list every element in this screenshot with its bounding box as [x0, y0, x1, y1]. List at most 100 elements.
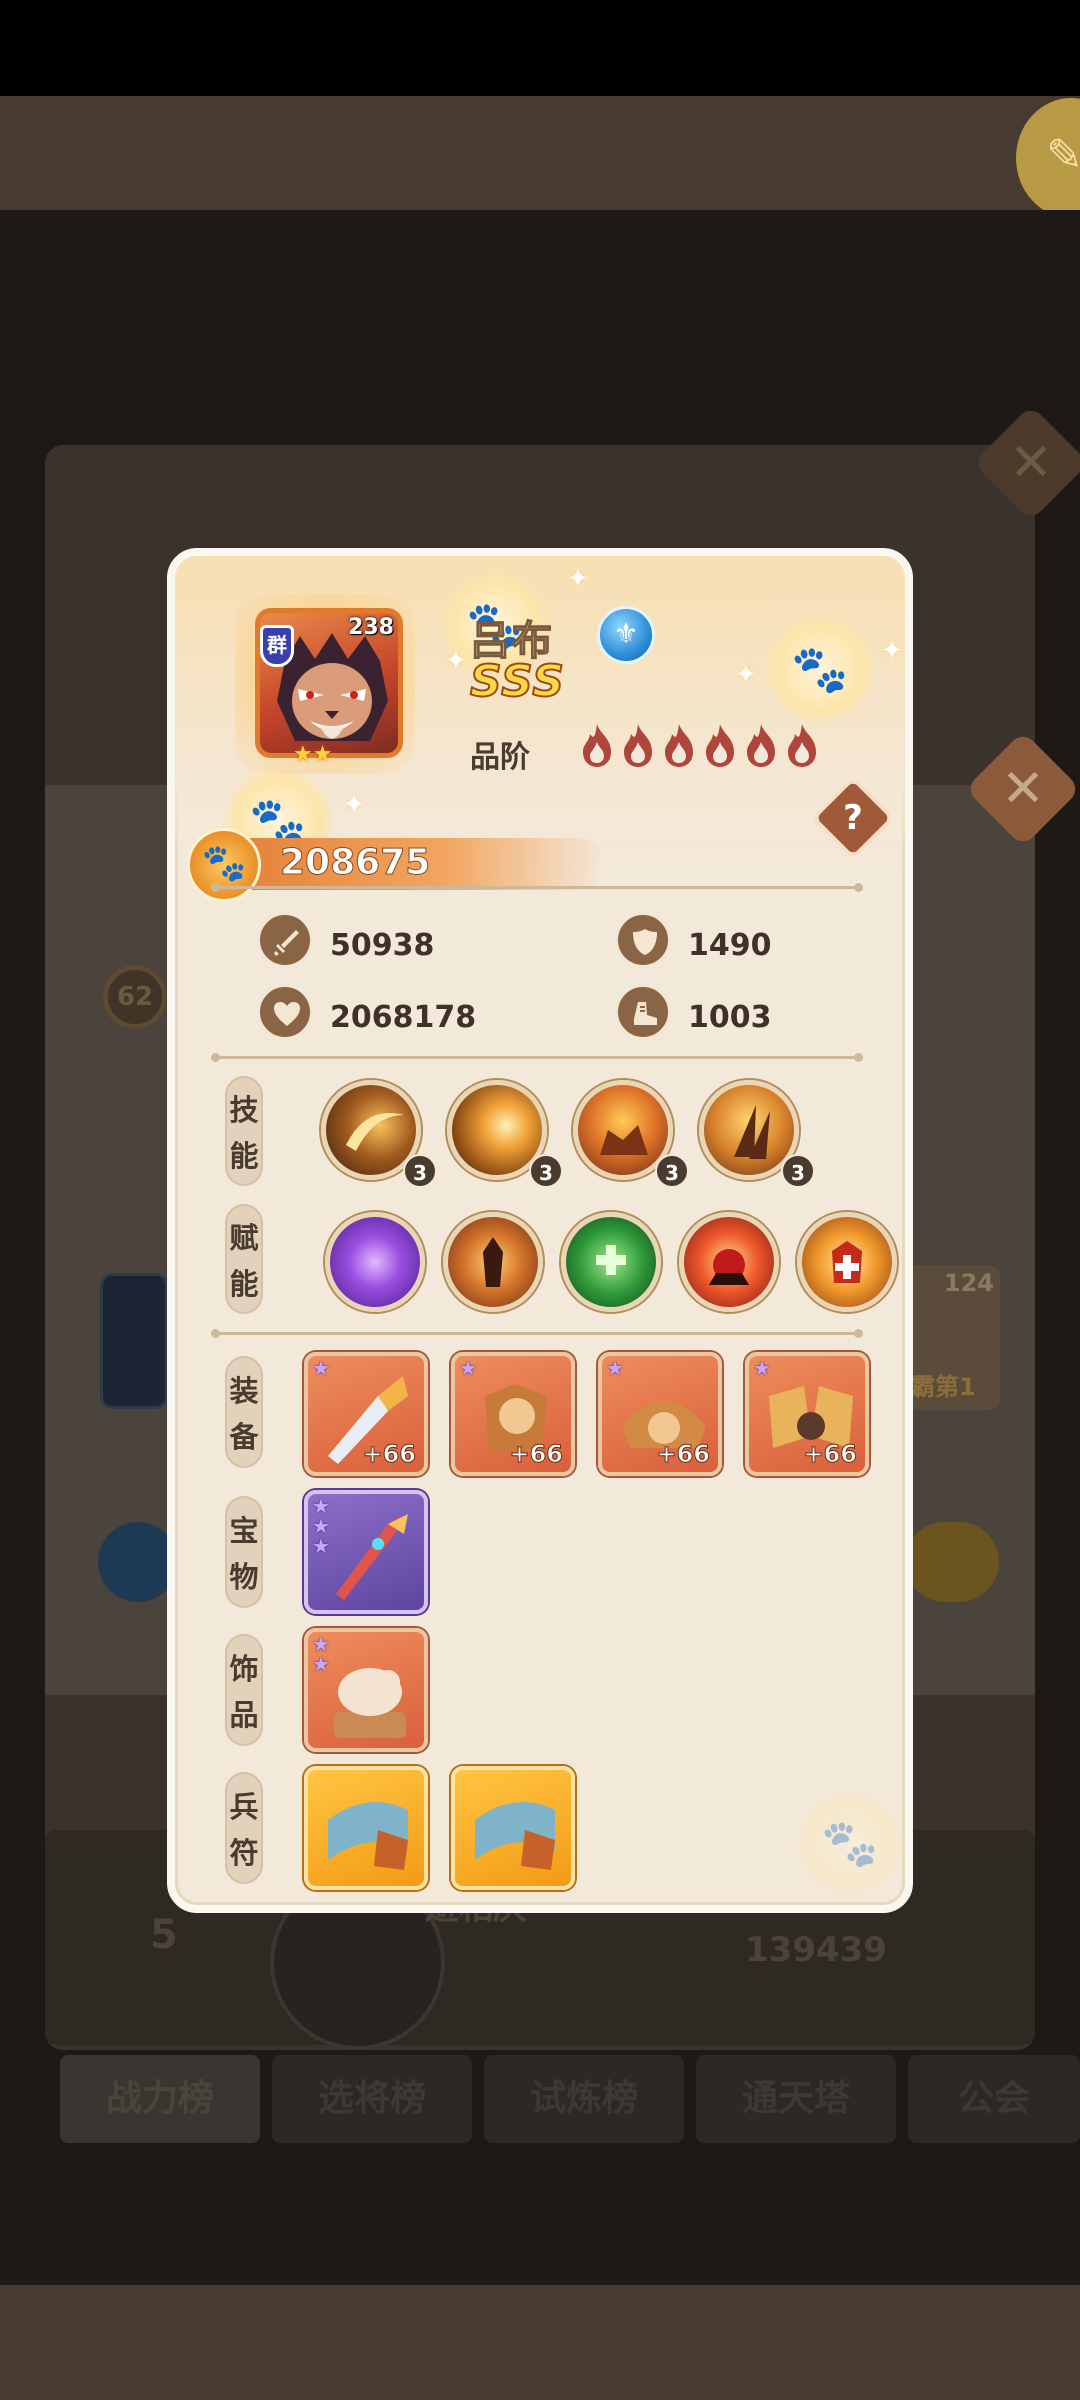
equipment-slot[interactable]: ★ +66: [598, 1352, 722, 1476]
background-close-button[interactable]: ✕: [973, 405, 1080, 521]
hero-level: 238: [348, 615, 394, 640]
equipment-slot[interactable]: ★ +66: [451, 1352, 575, 1476]
equipment-label-char: 备: [229, 1420, 259, 1454]
star-icon: ★: [459, 1356, 477, 1380]
ornament-label: 饰 品: [225, 1634, 263, 1746]
equipment-label: 装 备: [225, 1356, 263, 1468]
heart-icon: [257, 984, 313, 1040]
token-slot[interactable]: [451, 1766, 575, 1890]
skill-level: 3: [403, 1154, 437, 1188]
skill-slot[interactable]: 3: [447, 1080, 563, 1190]
paperclip-icon: ✎: [1046, 130, 1080, 181]
star-icon: ★ ★: [312, 1632, 330, 1676]
water-element-icon: ⚜: [597, 606, 655, 664]
tab-trial[interactable]: 试炼榜: [484, 2055, 684, 2143]
stat-defense-value: 1490: [688, 928, 772, 963]
skills-label-char: 技: [229, 1093, 259, 1127]
equipment-slot[interactable]: ★ +66: [745, 1352, 869, 1476]
skill-level: 3: [529, 1154, 563, 1188]
paw-decoration-icon: 🐾: [765, 614, 875, 724]
skill-level: 3: [655, 1154, 689, 1188]
boot-speed-icon: [615, 984, 671, 1040]
treasure-slot[interactable]: ★ ★ ★: [304, 1490, 428, 1614]
background-card-right[interactable]: 124 霸第1: [905, 1265, 1000, 1410]
top-banner: [0, 96, 1080, 210]
rank-flame-icon: [624, 724, 652, 767]
paw-power-icon: 🐾: [187, 828, 261, 902]
skill-slot[interactable]: 3: [699, 1080, 815, 1190]
sparkle-icon: ✦: [567, 564, 589, 594]
medic-shield-icon[interactable]: [797, 1212, 897, 1312]
red-explosion-icon[interactable]: [679, 1212, 779, 1312]
background-blue-button[interactable]: [98, 1522, 178, 1602]
rank-number: 5: [150, 1912, 178, 1958]
enhance-level: +66: [656, 1440, 711, 1469]
combat-power-value: 208675: [279, 842, 431, 884]
stat-hp-value: 2068178: [330, 1000, 477, 1035]
warrior-aura-icon[interactable]: [443, 1212, 543, 1312]
status-bar: [0, 0, 1080, 96]
rank-label: 品阶: [470, 740, 530, 775]
rank-flames: [578, 722, 821, 768]
enhance-level: +66: [362, 1440, 417, 1469]
rank-flame-icon: [665, 724, 693, 767]
star-icon: ★: [312, 1356, 330, 1380]
hero-grade: SSS: [469, 655, 565, 708]
equipment-slot[interactable]: ★ +66: [304, 1352, 428, 1476]
ranking-tabs: 战力榜 选将榜 试炼榜 通天塔 公会: [60, 2055, 1080, 2145]
talents-label-char: 赋: [229, 1221, 259, 1255]
divider: [211, 883, 863, 892]
close-icon: ✕: [1001, 759, 1045, 819]
scroll-token-icon: [328, 1802, 408, 1870]
rank-score: 139439: [745, 1930, 887, 1970]
rank-flame-icon: [706, 724, 734, 767]
question-mark-icon: ?: [843, 798, 863, 838]
star-icon: ★: [606, 1356, 624, 1380]
equipment-label-char: 装: [229, 1374, 259, 1408]
background-level-badge: 62: [103, 965, 167, 1029]
tab-tower[interactable]: 通天塔: [696, 2055, 896, 2143]
ornament-slot[interactable]: ★ ★: [304, 1628, 428, 1752]
sparkle-icon: ✦: [735, 660, 757, 690]
token-label-char: 符: [229, 1836, 259, 1870]
hero-portrait[interactable]: 238 群: [255, 608, 403, 758]
stat-attack-value: 50938: [330, 928, 435, 963]
faction-badge: 群: [260, 625, 294, 667]
background-card-left[interactable]: [100, 1273, 168, 1409]
talents-label: 赋 能: [225, 1204, 263, 1314]
treasure-label-char: 物: [229, 1560, 259, 1594]
rank-flame-icon: [583, 724, 611, 767]
star-icon: ★: [753, 1356, 771, 1380]
background-close-button-2[interactable]: ✕: [965, 731, 1080, 847]
treasure-label-char: 宝: [229, 1514, 259, 1548]
card-rank: 霸第1: [911, 1373, 976, 1401]
card-level: 124: [943, 1269, 994, 1297]
star-icon: ★ ★ ★: [312, 1494, 330, 1558]
divider: [211, 1053, 863, 1062]
skill-slot[interactable]: 3: [321, 1080, 437, 1190]
rank-flame-icon: [788, 724, 816, 767]
tab-guild[interactable]: 公会: [908, 2055, 1080, 2143]
divider: [211, 1329, 863, 1338]
treasure-label: 宝 物: [225, 1496, 263, 1608]
token-slot[interactable]: [304, 1766, 428, 1890]
tab-select[interactable]: 选将榜: [272, 2055, 472, 2143]
close-icon: ✕: [1009, 433, 1053, 493]
tab-power[interactable]: 战力榜: [60, 2055, 260, 2143]
skill-slot[interactable]: 3: [573, 1080, 689, 1190]
background-gold-button[interactable]: [905, 1522, 999, 1602]
sparkle-icon: ✦: [343, 790, 365, 820]
green-heal-icon[interactable]: [561, 1212, 661, 1312]
star-rating-icon: ★★: [293, 742, 333, 767]
sword-icon: [257, 912, 313, 968]
paw-watermark-icon: 🐾: [795, 1788, 905, 1898]
purple-vortex-icon[interactable]: [325, 1212, 425, 1312]
talents-label-char: 能: [229, 1267, 259, 1301]
token-label: 兵 符: [225, 1772, 263, 1884]
rank-flame-icon: [747, 724, 775, 767]
enhance-level: +66: [803, 1440, 858, 1469]
skills-label-char: 能: [229, 1139, 259, 1173]
skills-label: 技 能: [225, 1076, 263, 1186]
token-label-char: 兵: [229, 1790, 259, 1824]
skill-level: 3: [781, 1154, 815, 1188]
